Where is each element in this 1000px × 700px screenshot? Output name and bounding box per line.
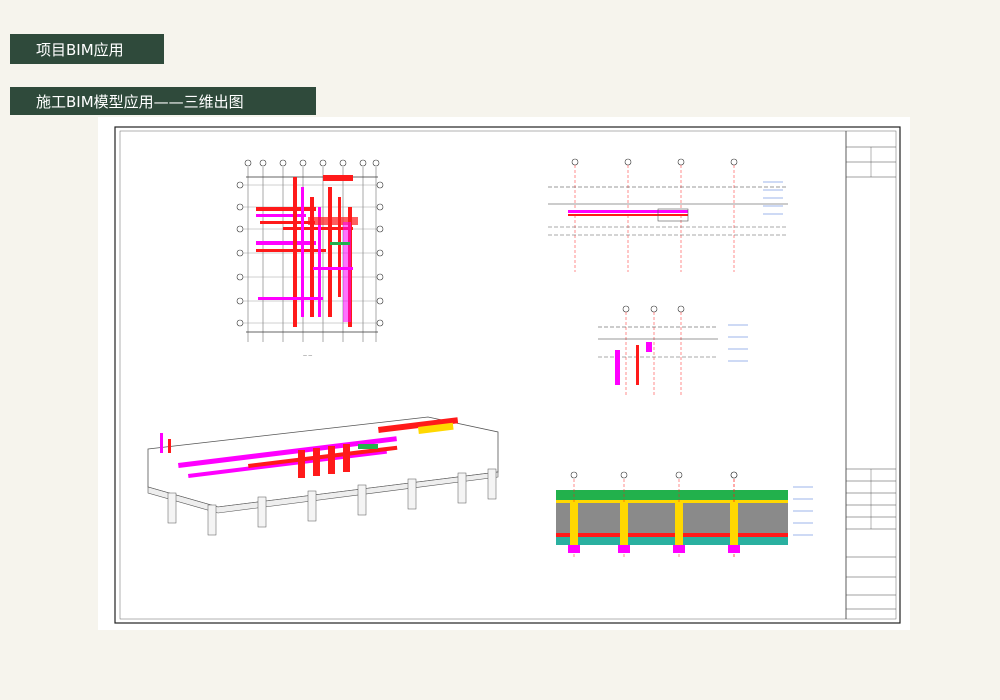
title-block (845, 131, 896, 619)
bim-drawing-sheet: — — (114, 126, 901, 624)
section-view-b (598, 305, 748, 395)
outer-frame (114, 126, 901, 624)
section-title-banner: 项目BIM应用 (10, 34, 164, 64)
svg-text:— —: — — (303, 353, 312, 358)
drawing-sheet: — — (98, 117, 910, 630)
subsection-title: 施工BIM模型应用——三维出图 (36, 92, 244, 111)
section-view-c (556, 471, 813, 557)
isometric-3d-view (147, 416, 499, 536)
section-view-a (548, 158, 788, 272)
plan-view: — — (236, 159, 384, 358)
plan-pipes (256, 175, 358, 327)
section-title: 项目BIM应用 (36, 40, 124, 59)
subsection-title-banner: 施工BIM模型应用——三维出图 (10, 87, 316, 115)
